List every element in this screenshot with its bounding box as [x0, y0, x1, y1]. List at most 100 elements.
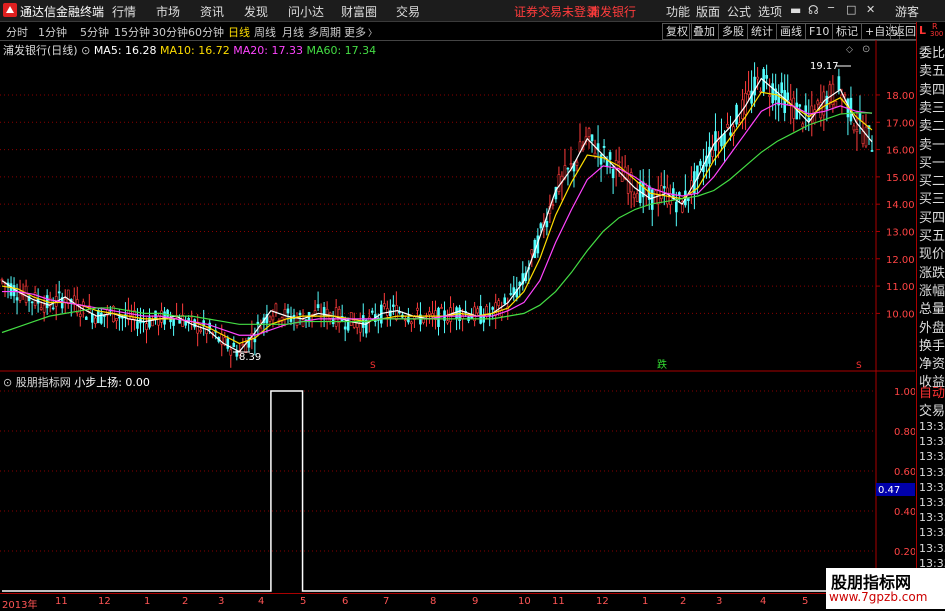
tab-weekly[interactable]: 周线 — [254, 24, 276, 40]
candle-body — [599, 154, 603, 165]
menu-item-assistant[interactable]: 问小达 — [288, 3, 324, 20]
candle-body — [608, 152, 612, 160]
menu-item-discover[interactable]: 发现 — [244, 3, 268, 20]
candle-body — [711, 149, 714, 157]
settings-toggle-icon[interactable]: ⊙ — [81, 44, 90, 57]
candle-body — [416, 307, 419, 311]
menu-item-market[interactable]: 行情 — [112, 3, 136, 20]
date-tick-label: 10 — [518, 596, 531, 607]
tab-30min[interactable]: 30分钟 — [152, 24, 188, 40]
candle-body — [57, 291, 61, 294]
window-menu-icon[interactable]: ▬ — [790, 3, 801, 17]
draw-line-button[interactable]: 画线 — [776, 23, 806, 40]
candle-body — [395, 304, 398, 320]
tab-more[interactable]: 更多 — [344, 24, 366, 40]
candle-body — [491, 307, 494, 310]
candle-body — [545, 221, 549, 228]
trade-time: 13:33 — [919, 450, 945, 464]
watermark-url: www.7gpzb.com — [829, 590, 928, 604]
candle-body — [699, 161, 702, 166]
price-tick-label: 10.00 — [886, 309, 915, 320]
ma5-label: MA5: 16.28 — [93, 44, 157, 57]
tab-daily[interactable]: 日线 — [228, 24, 250, 40]
maximize-icon[interactable]: □ — [846, 3, 856, 16]
menu-item-exchange[interactable]: 市场 — [156, 3, 180, 20]
tab-5min[interactable]: 5分钟 — [80, 24, 109, 40]
candle-body — [566, 167, 570, 170]
candle-body — [66, 289, 70, 304]
price-tick-label: 13.00 — [886, 227, 915, 238]
tab-monthly[interactable]: 月线 — [282, 24, 304, 40]
menu-bar: 通达信金融终端 行情 市场 资讯 发现 问小达 财富圈 交易 证券交易未登录 浦… — [0, 0, 945, 22]
price-tick-label: 11.00 — [886, 282, 915, 293]
candle-body — [509, 293, 513, 295]
overlay-button[interactable]: 叠加 — [689, 23, 719, 40]
stock-name: 浦发银行 — [588, 5, 637, 19]
quote-field-label: 总量 — [919, 302, 945, 318]
date-tick-label: 8 — [430, 596, 437, 607]
candle-body — [407, 317, 410, 323]
side-label-l[interactable]: L — [919, 24, 926, 37]
candle-body — [274, 303, 278, 313]
candle-body — [864, 126, 868, 147]
statistics-button[interactable]: 统计 — [747, 23, 777, 40]
f10-button[interactable]: F10 — [805, 23, 834, 40]
kline-chart[interactable]: 18.00 17.00 16.00 15.00 14.00 13.00 12.00 11.00… — [0, 40, 915, 372]
minimize-icon[interactable]: ─ — [828, 3, 834, 14]
candle-body — [726, 123, 729, 128]
quote-field-label: 买二 — [919, 174, 945, 190]
more-chevron-icon[interactable]: 〉 — [368, 26, 377, 39]
tab-1min[interactable]: 1分钟 — [38, 24, 67, 40]
candle-body — [118, 316, 121, 319]
quote-field-label: 现价 — [919, 247, 945, 263]
ma-line-ma60 — [1, 112, 873, 334]
candle-body — [843, 94, 847, 97]
candle-body — [756, 76, 759, 80]
candle-body — [440, 307, 443, 309]
trade-time: 13:33 — [919, 496, 945, 509]
guest-label[interactable]: 游客 — [895, 3, 919, 20]
candlestick-series — [0, 62, 874, 368]
headset-icon[interactable]: ☊ — [808, 3, 819, 17]
candle-body — [42, 304, 46, 313]
ma60-label: MA60: 17.34 — [306, 44, 377, 57]
diamond-icon[interactable]: ◇ — [846, 45, 853, 55]
menu-item-options[interactable]: 选项 — [758, 3, 782, 20]
multi-stock-button[interactable]: 多股 — [718, 23, 748, 40]
candle-body — [635, 193, 639, 202]
adjust-button[interactable]: 复权 — [662, 23, 692, 40]
menu-item-layout[interactable]: 版面 — [696, 3, 720, 20]
auto-trade-toggle[interactable]: 自动 — [919, 382, 945, 401]
tab-15min[interactable]: 15分钟 — [114, 24, 150, 40]
candle-body — [172, 319, 175, 326]
zoom-icon[interactable]: ⊙ — [862, 44, 870, 55]
tab-60min[interactable]: 60分钟 — [188, 24, 224, 40]
menu-item-formula[interactable]: 公式 — [727, 3, 751, 20]
candle-body — [30, 301, 34, 304]
candle-body — [807, 117, 811, 121]
candle-body — [792, 97, 796, 119]
candle-body — [768, 94, 771, 97]
candle-body — [735, 104, 738, 125]
tab-intraday[interactable]: 分时 — [6, 24, 28, 40]
trade-label: 交易 — [919, 404, 945, 419]
menu-item-wealth-circle[interactable]: 财富圈 — [341, 3, 377, 20]
menu-item-trade[interactable]: 交易 — [396, 3, 420, 20]
menu-item-function[interactable]: 功能 — [666, 3, 690, 20]
menu-item-news[interactable]: 资讯 — [200, 3, 224, 20]
candle-body — [446, 320, 449, 324]
mark-button[interactable]: 标记 — [832, 23, 862, 40]
close-icon[interactable]: ✕ — [866, 3, 875, 16]
settings-toggle-icon[interactable]: ⊙ — [3, 376, 12, 389]
indicator-chart[interactable]: 1.00 0.80 0.60 0.40 0.20 0.47 — [0, 372, 915, 593]
main-chart-header: 浦发银行(日线) ⊙ MA5: 16.28 MA10: 16.72 MA20: … — [3, 42, 376, 58]
candle-body — [816, 100, 820, 105]
indicator-value: 小步上扬: 0.00 — [74, 376, 150, 389]
price-tick-label: 12.00 — [886, 255, 915, 266]
chart-title: 浦发银行(日线) — [3, 44, 78, 57]
tab-multi-period[interactable]: 多周期 — [308, 24, 341, 40]
date-tick-label: 12 — [596, 596, 609, 607]
candle-body — [157, 315, 160, 326]
login-status[interactable]: 证券交易未登录 — [514, 3, 598, 20]
date-tick-label: 11 — [552, 596, 565, 607]
